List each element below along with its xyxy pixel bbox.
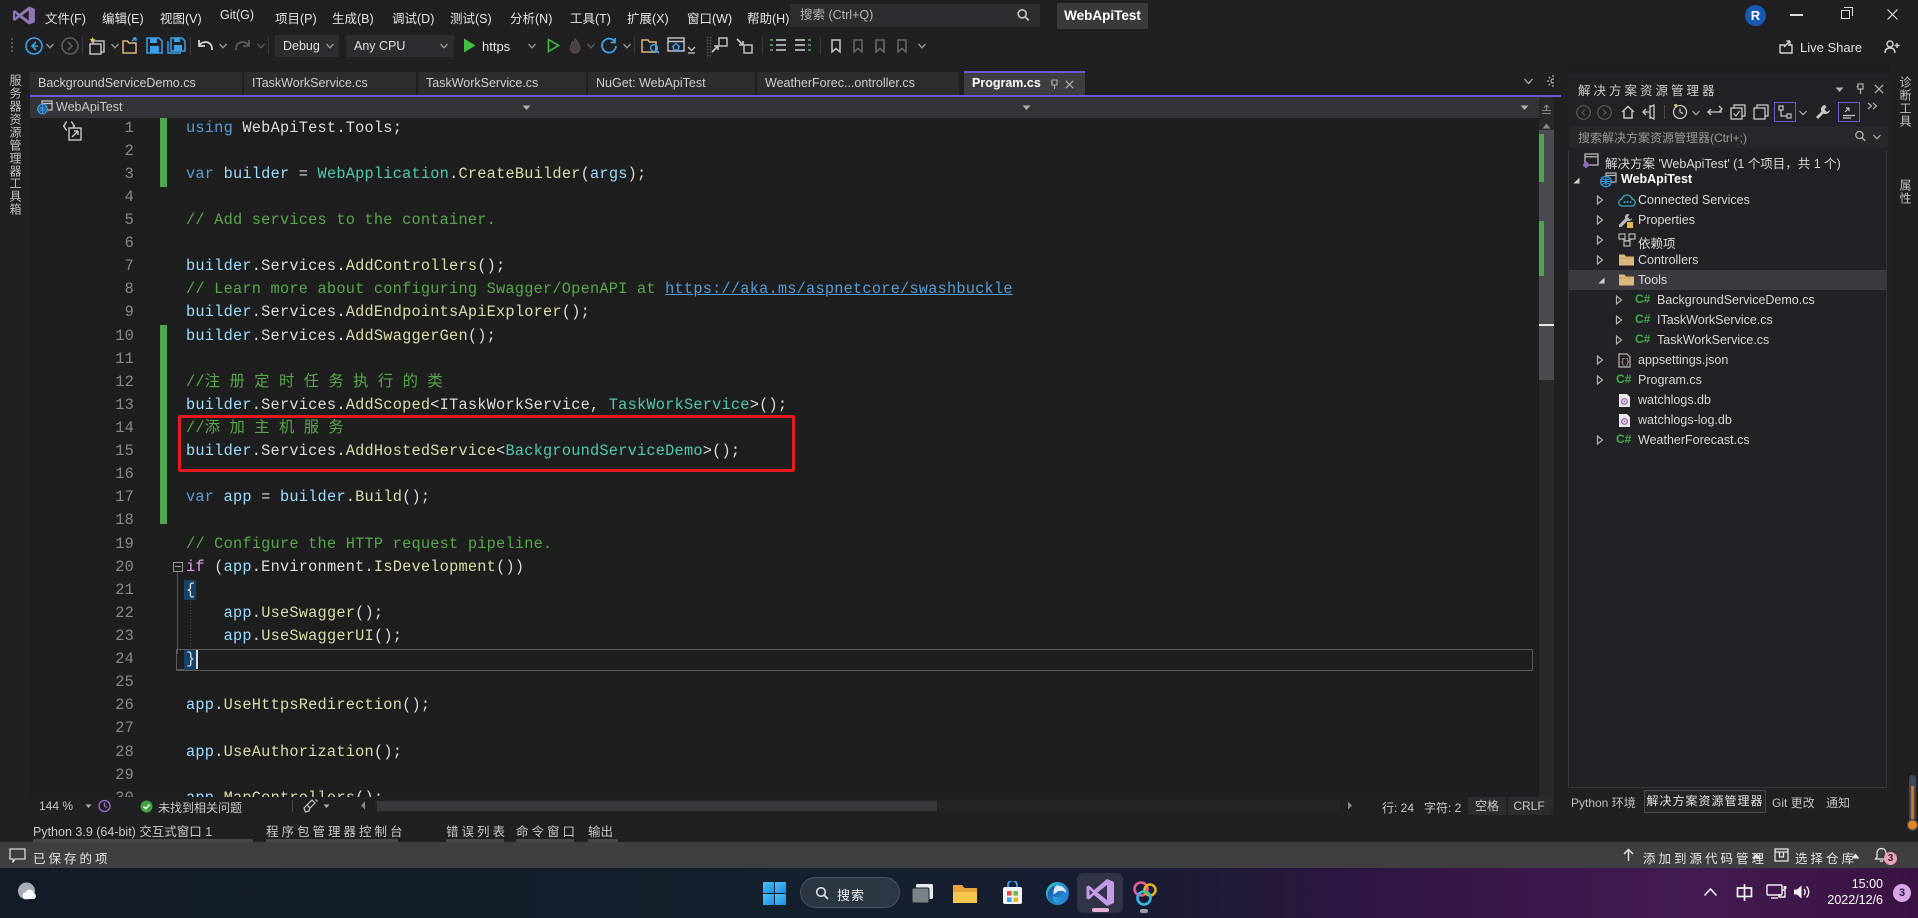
svg-text:{}: {}: [1621, 358, 1631, 367]
